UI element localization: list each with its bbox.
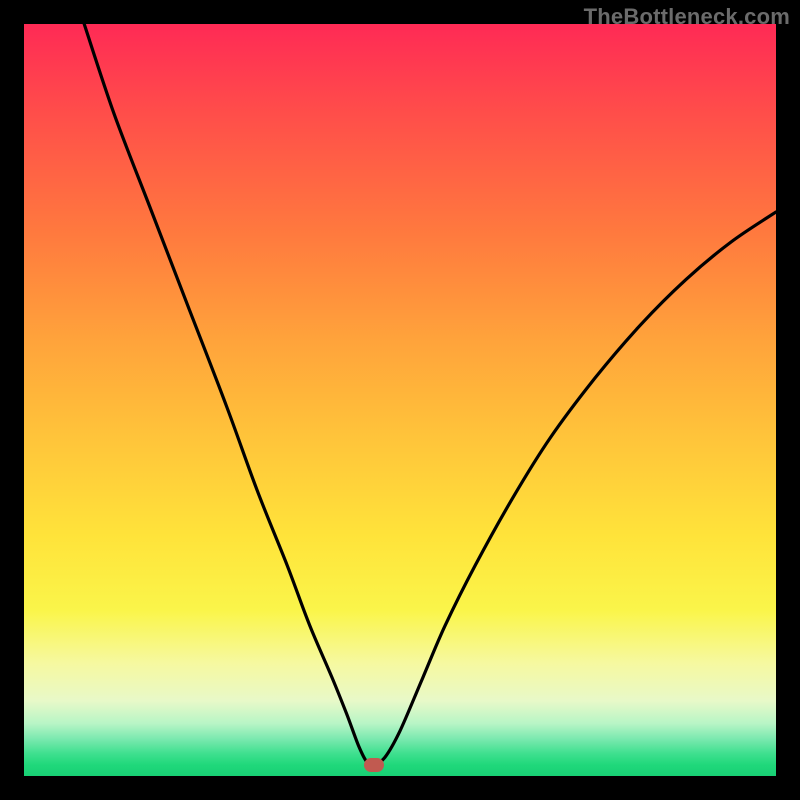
chart-frame: TheBottleneck.com [0, 0, 800, 800]
plot-area [24, 24, 776, 776]
optimal-point-marker [364, 758, 384, 772]
bottleneck-curve [24, 24, 776, 776]
